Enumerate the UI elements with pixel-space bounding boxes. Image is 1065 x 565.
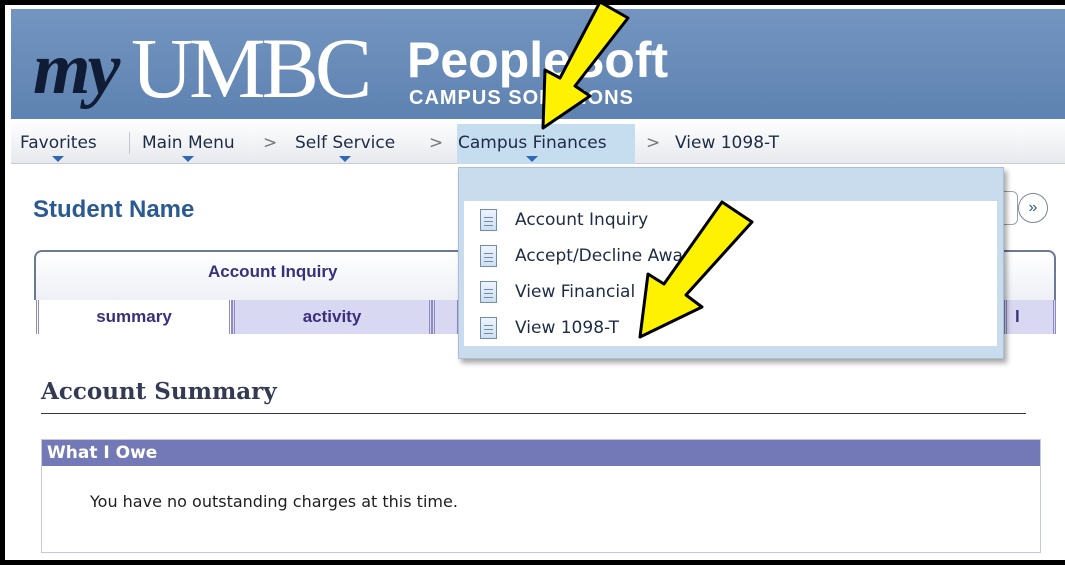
arrow-icon [638,200,754,339]
annotation-arrows [541,0,754,339]
arrow-icon [541,0,630,130]
